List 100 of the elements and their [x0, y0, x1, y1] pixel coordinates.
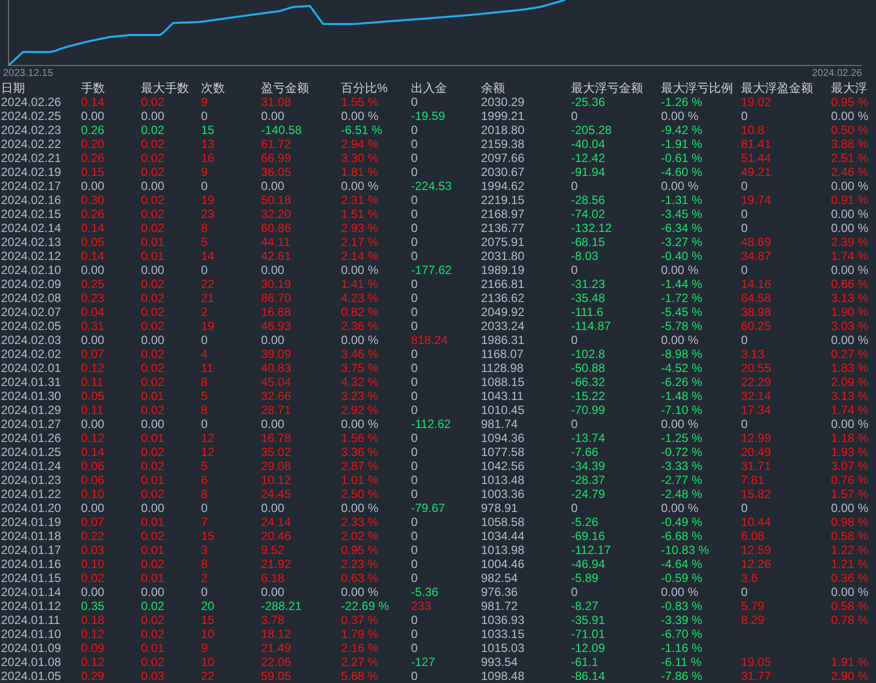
- table-cell-text: 0: [740, 109, 749, 123]
- table-cell-text: -0.59 %: [660, 571, 704, 585]
- table-cell-text: 2.39 %: [830, 235, 870, 249]
- table-cell-text: 0.00: [140, 179, 166, 193]
- table-cell-text: 20: [200, 599, 216, 613]
- table-cell-text: 0.00: [140, 263, 166, 277]
- table-cell-text: 2.50 %: [340, 487, 380, 501]
- table-cell-text: 0: [740, 179, 749, 193]
- table-cell-text: 2024.01.27: [0, 417, 62, 431]
- table-cell-text: 2.36 %: [340, 319, 380, 333]
- table-cell-text: 3.30 %: [340, 151, 380, 165]
- table-cell-text: 3.13: [740, 347, 766, 361]
- table-cell-text: 0.00: [80, 109, 106, 123]
- table-cell-text: 2097.66: [480, 151, 526, 165]
- table-cell-text: 1.93 %: [830, 445, 870, 459]
- table-cell-text: 12.59: [740, 543, 772, 557]
- table-cell-text: 51.44: [740, 151, 772, 165]
- table-cell-text: 0.02: [140, 277, 166, 291]
- table-cell-text: 0.06: [80, 473, 106, 487]
- table-cell-text: 3.36 %: [340, 445, 380, 459]
- table-cell-text: 0.00 %: [340, 179, 380, 193]
- table-cell-text: 21.92: [260, 557, 292, 571]
- table-cell-text: 0: [410, 613, 419, 627]
- table-cell-text: 0.00 %: [660, 585, 700, 599]
- table-cell-text: 0.00 %: [340, 585, 380, 599]
- table-cell-text: -112.62: [410, 417, 452, 431]
- table-cell-text: 0.78 %: [830, 613, 870, 627]
- table-cell-text: 21: [200, 291, 216, 305]
- table-cell-text: 24.45: [260, 487, 292, 501]
- table-cell-text: 0: [410, 95, 419, 109]
- table-cell-text: -34.39: [570, 459, 606, 473]
- table-cell-text: 2024.02.09: [0, 277, 62, 291]
- table-cell-text: 981.72: [480, 599, 519, 613]
- table-cell-text: -1.16 %: [660, 641, 704, 655]
- table-cell-text: 0.00 %: [830, 179, 870, 193]
- table-cell-text: 0.07: [80, 515, 106, 529]
- table-cell-text: 1058.58: [480, 515, 526, 529]
- table-cell-text: -6.11 %: [660, 655, 702, 669]
- table-cell-text: 2024.01.05: [0, 669, 62, 683]
- table-cell-text: 0.14: [80, 445, 106, 459]
- table-cell-text: 2.31 %: [340, 193, 380, 207]
- table-cell-text: 1.91 %: [830, 655, 870, 669]
- table-cell-text: 60.25: [740, 319, 772, 333]
- table-cell-text: 0.01: [140, 431, 166, 445]
- table-cell-text: 0.00: [80, 263, 106, 277]
- column-header: 最大浮盈金额: [740, 81, 814, 95]
- table-cell-text: 0: [200, 417, 209, 431]
- table-cell-text: -111.6: [570, 305, 604, 319]
- table-cell-text: 1015.03: [480, 641, 526, 655]
- table-cell-text: 6.18: [260, 571, 286, 585]
- table-cell-text: 2: [200, 571, 209, 585]
- table-cell-text: 0.00: [140, 333, 166, 347]
- table-cell-text: 1.22 %: [830, 543, 870, 557]
- table-cell-text: 2.02 %: [340, 529, 380, 543]
- table-cell-text: 0.95 %: [830, 95, 870, 109]
- table-cell-text: 0.01: [140, 641, 166, 655]
- table-cell-text: 10.8: [740, 123, 766, 137]
- table-cell-text: 976.36: [480, 585, 519, 599]
- table-cell-text: 0.07: [80, 347, 106, 361]
- table-cell-text: 2219.15: [480, 193, 526, 207]
- table-cell-text: -0.61 %: [660, 151, 704, 165]
- table-cell-text: 0.02: [140, 459, 166, 473]
- table-cell-text: 0.00 %: [340, 109, 380, 123]
- table-cell-text: -3.39 %: [660, 613, 704, 627]
- table-cell-text: 0.02: [140, 613, 166, 627]
- table-cell-text: 8.29: [740, 613, 766, 627]
- table-cell-text: 3.75 %: [340, 361, 380, 375]
- table-cell-text: 2.51 %: [830, 151, 870, 165]
- table-cell-text: 2.16 %: [340, 641, 380, 655]
- table-cell-text: 0.15: [80, 165, 106, 179]
- table-cell-text: 34.87: [740, 249, 772, 263]
- table-cell-text: 0.14: [80, 249, 106, 263]
- table-cell-text: 38.98: [740, 305, 772, 319]
- table-cell-text: 0: [570, 109, 579, 123]
- table-cell-text: -1.31 %: [660, 193, 704, 207]
- table-cell-text: 0.02: [140, 319, 166, 333]
- column-header: 日期: [0, 81, 26, 95]
- table-cell-text: 2.90 %: [830, 669, 870, 683]
- table-cell-text: 0: [410, 375, 419, 389]
- table-cell-text: -6.70 %: [660, 627, 704, 641]
- table-cell-text: -1.44 %: [660, 277, 704, 291]
- table-cell-text: 0.00 %: [660, 501, 700, 515]
- table-cell-text: -10.83 %: [660, 543, 710, 557]
- table-cell-text: -15.22: [570, 389, 606, 403]
- table-cell-text: 2024.02.12: [0, 249, 62, 263]
- table-cell-text: 21.49: [260, 641, 292, 655]
- table-cell-text: 2.33 %: [340, 515, 380, 529]
- table-cell-text: 2024.01.17: [0, 543, 62, 557]
- table-cell-text: 0: [410, 165, 419, 179]
- table-cell-text: 0: [410, 291, 419, 305]
- table-cell-text: 3.13 %: [830, 389, 870, 403]
- table-cell-text: 3.23 %: [340, 389, 380, 403]
- table-cell-text: 2159.38: [480, 137, 526, 151]
- table-cell-text: 2024.02.01: [0, 361, 62, 375]
- table-cell-text: 0: [410, 641, 419, 655]
- table-cell-text: 23: [200, 207, 216, 221]
- table-cell-text: 50.18: [260, 193, 292, 207]
- table-cell-text: -2.77 %: [660, 473, 704, 487]
- table-cell-text: 0.12: [80, 431, 106, 445]
- table-cell-text: 0: [410, 249, 419, 263]
